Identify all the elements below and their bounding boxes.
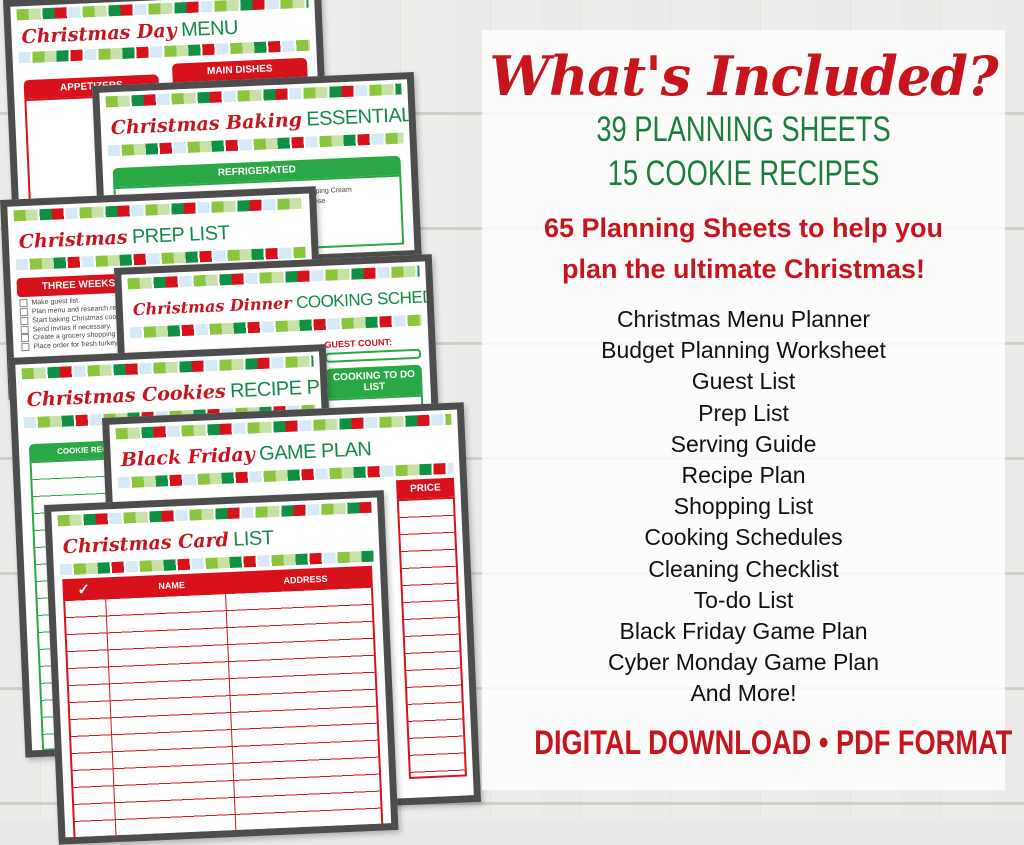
included-item: Budget Planning Worksheet bbox=[601, 337, 886, 364]
included-item: And More! bbox=[690, 680, 797, 707]
pitch-text: 65 Planning Sheets to help you plan the … bbox=[482, 208, 1005, 290]
section-label: COOKING TO DO LIST bbox=[325, 364, 423, 399]
included-item: Recipe Plan bbox=[681, 462, 806, 489]
column-header-address: ADDRESS bbox=[283, 573, 328, 586]
sheet-title-script: Black Friday bbox=[120, 443, 256, 472]
pitch-line: 65 Planning Sheets to help you bbox=[543, 213, 944, 243]
included-item: Guest List bbox=[691, 368, 796, 395]
column-header-name: NAME bbox=[158, 579, 186, 592]
format-footer: DIGITAL DOWNLOAD • PDF FORMAT bbox=[534, 723, 1013, 762]
sheet-title-caps: LIST bbox=[232, 527, 274, 551]
guest-count-label: GUEST COUNT: bbox=[324, 336, 393, 350]
sheet-christmas-card-list: Christmas Card LIST ✓ NAME ADDRESS bbox=[44, 490, 399, 845]
recipe-count: 15 COOKIE RECIPES bbox=[607, 154, 880, 193]
sheet-title-caps: MENU bbox=[180, 16, 239, 42]
section-label: PRICE bbox=[395, 477, 455, 500]
pitch-line: plan the ultimate Christmas! bbox=[561, 254, 926, 284]
sheet-title-caps: RECIPE PLAN bbox=[229, 374, 344, 403]
sheet-title-caps: GAME PLAN bbox=[258, 438, 372, 466]
included-list: Christmas Menu Planner Budget Planning Wo… bbox=[482, 304, 1005, 710]
included-item: To-do List bbox=[693, 586, 794, 613]
whats-included-panel: What's Included? 39 PLANNING SHEETS 15 C… bbox=[482, 30, 1013, 790]
sheet-title-caps: COOKING SCHEDULE bbox=[295, 285, 450, 313]
sheet-title-script: Christmas bbox=[18, 226, 128, 254]
included-item: Christmas Menu Planner bbox=[616, 306, 871, 332]
included-item: Shopping List bbox=[673, 493, 814, 520]
panel-title: What's Included? bbox=[489, 44, 998, 108]
sheet-title-script: Christmas Baking bbox=[110, 108, 303, 140]
sheet-title-script: Christmas Dinner bbox=[132, 293, 293, 320]
sheet-title-caps: PREP LIST bbox=[131, 222, 230, 249]
sheet-title-script: Christmas Day bbox=[21, 19, 178, 49]
included-item: Cleaning Checklist bbox=[648, 555, 839, 582]
included-item: Cooking Schedules bbox=[644, 524, 843, 551]
sheet-title-script: Christmas Cookies bbox=[26, 380, 227, 412]
sheet-title-script: Christmas Card bbox=[62, 528, 230, 559]
included-item: Cyber Monday Game Plan bbox=[607, 649, 879, 676]
sheet-count: 39 PLANNING SHEETS bbox=[596, 110, 891, 149]
included-item: Black Friday Game Plan bbox=[619, 618, 868, 645]
sheet-title-caps: ESSENTIALS bbox=[305, 103, 422, 131]
check-icon: ✓ bbox=[77, 581, 91, 599]
included-item: Prep List bbox=[698, 399, 789, 426]
included-item: Serving Guide bbox=[670, 430, 817, 457]
